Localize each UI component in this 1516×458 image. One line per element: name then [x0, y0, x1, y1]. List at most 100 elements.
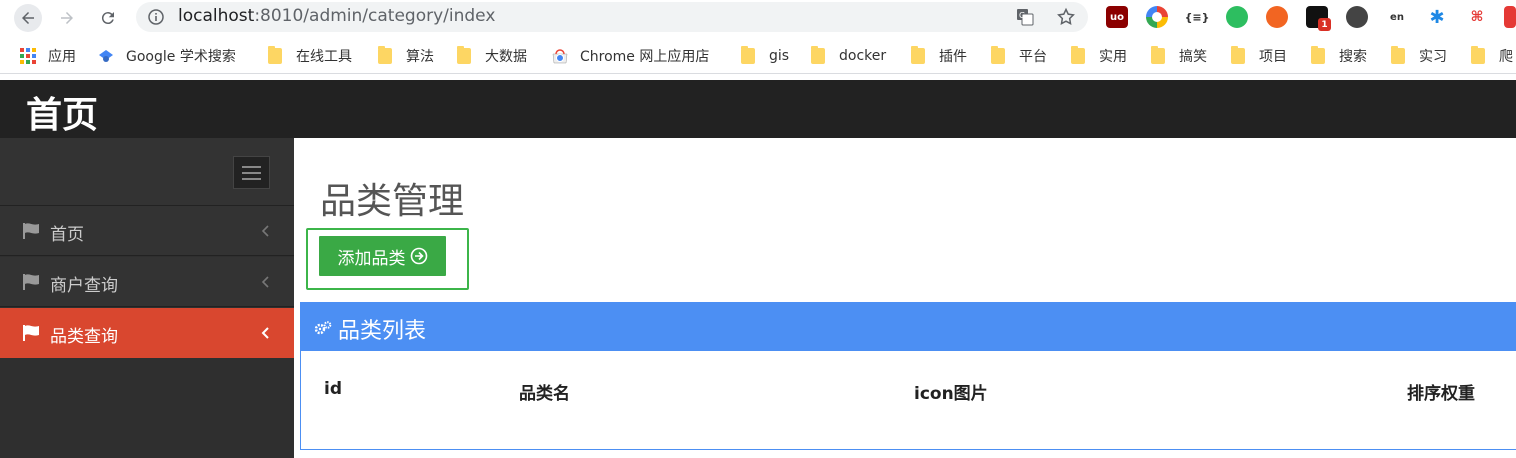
folder-icon — [1231, 46, 1245, 64]
sidebar-item-label: 品类查询 — [50, 327, 118, 347]
folder-icon — [1071, 46, 1085, 64]
browser-toolbar: localhost:8010/admin/category/index G uo… — [0, 0, 1516, 36]
bookmark-label: 实习 — [1419, 49, 1447, 65]
bookmark-folder[interactable]: 算法 — [378, 46, 434, 66]
apps-grid-icon — [20, 48, 36, 64]
flag-icon — [23, 223, 39, 239]
asterisk-extension-icon[interactable]: ✱ — [1426, 6, 1448, 28]
ublock-icon[interactable]: uo — [1106, 6, 1128, 28]
sidebar-item-home[interactable]: 首页 — [0, 206, 294, 256]
folder-icon — [991, 46, 1005, 64]
folder-icon — [1471, 46, 1485, 64]
chrome-webstore-icon — [552, 49, 568, 64]
sitemap-extension-icon[interactable]: ⌘ — [1466, 6, 1488, 28]
scholar-icon — [99, 50, 113, 62]
main-content: 品类管理 添加品类 品类列表 id 品类名 icon图片 排序权重 — [294, 138, 1516, 458]
panel-heading: 品类列表 — [301, 303, 1516, 351]
folder-icon — [741, 46, 755, 64]
forward-button[interactable] — [53, 4, 81, 32]
bookmark-folder[interactable]: 在线工具 — [268, 46, 352, 66]
orange-extension-icon[interactable] — [1266, 6, 1288, 28]
folder-icon — [457, 46, 471, 64]
sidebar-item-merchant-query[interactable]: 商户查询 — [0, 257, 294, 307]
bookmark-folder[interactable]: 爬 — [1471, 46, 1513, 66]
hamburger-line — [242, 177, 261, 180]
evernote-icon[interactable] — [1226, 6, 1248, 28]
column-header-icon-image[interactable]: icon图片 — [914, 379, 988, 404]
column-header-sort-weight[interactable]: 排序权重 — [1407, 379, 1475, 404]
app-title[interactable]: 首页 — [26, 86, 98, 138]
bookmark-label: 应用 — [48, 49, 76, 65]
translator-extension-icon[interactable]: en — [1386, 6, 1408, 28]
bookmark-label: 搞笑 — [1179, 49, 1207, 65]
color-circle-icon[interactable] — [1146, 6, 1168, 28]
folder-icon — [1391, 46, 1405, 64]
hamburger-line — [242, 171, 261, 174]
bookmark-label: 爬 — [1499, 49, 1513, 65]
folder-icon — [378, 46, 392, 64]
bookmark-label: 插件 — [939, 49, 967, 65]
bookmark-folder[interactable]: 插件 — [911, 46, 967, 66]
forward-arrow-icon — [61, 12, 73, 24]
folder-icon — [1151, 46, 1165, 64]
folder-icon — [268, 46, 282, 64]
reload-button[interactable] — [94, 4, 122, 32]
bookmark-chrome-webstore[interactable]: Chrome 网上应用店 — [552, 46, 709, 66]
bookmark-label: 算法 — [406, 49, 434, 65]
sidebar-item-category-query[interactable]: 品类查询 — [0, 308, 294, 358]
menu-toggle-button[interactable] — [233, 156, 270, 189]
back-arrow-icon — [22, 12, 34, 24]
bookmark-folder[interactable]: 实用 — [1071, 46, 1127, 66]
bookmark-label: gis — [769, 48, 790, 64]
page-title: 品类管理 — [320, 181, 465, 222]
back-button[interactable] — [14, 4, 42, 32]
folder-icon — [811, 46, 825, 64]
svg-text:G: G — [1019, 11, 1025, 20]
circle-arrow-right-icon — [410, 247, 427, 265]
flag-icon — [23, 325, 39, 341]
reload-icon — [101, 12, 114, 25]
extension-badge: 1 — [1318, 18, 1331, 31]
red-extension-icon[interactable] — [1504, 6, 1516, 28]
bookmark-folder[interactable]: 实习 — [1391, 46, 1447, 66]
address-bar[interactable]: localhost:8010/admin/category/index G — [136, 2, 1088, 32]
bookmark-label: 大数据 — [485, 49, 527, 65]
translate-icon[interactable]: G — [1016, 8, 1034, 26]
sidebar-item-label: 首页 — [50, 225, 84, 245]
column-header-id[interactable]: id — [324, 379, 342, 399]
black-extension-icon[interactable]: 1 — [1306, 6, 1331, 31]
add-category-button[interactable]: 添加品类 — [319, 236, 446, 276]
sidebar-item-label: 商户查询 — [50, 276, 118, 296]
category-list-panel: 品类列表 id 品类名 icon图片 排序权重 — [300, 302, 1516, 450]
bookmark-folder[interactable]: 平台 — [991, 46, 1047, 66]
bookmark-star-icon[interactable] — [1056, 7, 1076, 27]
bookmark-label: 项目 — [1259, 49, 1287, 65]
info-icon[interactable] — [148, 9, 164, 25]
url-path: :8010/admin/category/index — [254, 6, 496, 26]
bookmark-apps[interactable]: 应用 — [20, 46, 76, 66]
bookmark-label: Chrome 网上应用店 — [580, 49, 710, 65]
column-header-category-name[interactable]: 品类名 — [519, 379, 570, 404]
url-text[interactable]: localhost:8010/admin/category/index — [178, 6, 495, 26]
bookmark-folder[interactable]: 搞笑 — [1151, 46, 1207, 66]
bookmark-folder[interactable]: docker — [811, 46, 886, 66]
bookmarks-bar: 应用 Google 学术搜索 在线工具 算法 大数据 Chrome 网上应用店 … — [0, 38, 1516, 74]
bookmark-folder[interactable]: 搜索 — [1311, 46, 1367, 66]
chevron-left-icon — [261, 225, 269, 237]
bookmark-folder[interactable]: 项目 — [1231, 46, 1287, 66]
incognito-extension-icon[interactable] — [1346, 6, 1368, 28]
bookmark-folder[interactable]: gis — [741, 46, 789, 66]
bookmark-label: Google 学术搜索 — [126, 49, 236, 65]
chevron-left-icon — [261, 327, 269, 339]
folder-icon — [1311, 46, 1325, 64]
folder-icon — [911, 46, 925, 64]
sidebar: 首页 商户查询 品类查询 — [0, 138, 294, 458]
flag-icon — [23, 274, 39, 290]
bookmark-label: 实用 — [1099, 49, 1127, 65]
json-formatter-icon[interactable]: {≡} — [1185, 6, 1210, 28]
bookmark-label: 在线工具 — [296, 49, 352, 65]
add-category-label: 添加品类 — [337, 248, 406, 269]
bookmark-folder[interactable]: 大数据 — [457, 46, 527, 66]
gears-icon — [314, 321, 332, 335]
bookmark-google-scholar[interactable]: Google 学术搜索 — [98, 46, 236, 66]
